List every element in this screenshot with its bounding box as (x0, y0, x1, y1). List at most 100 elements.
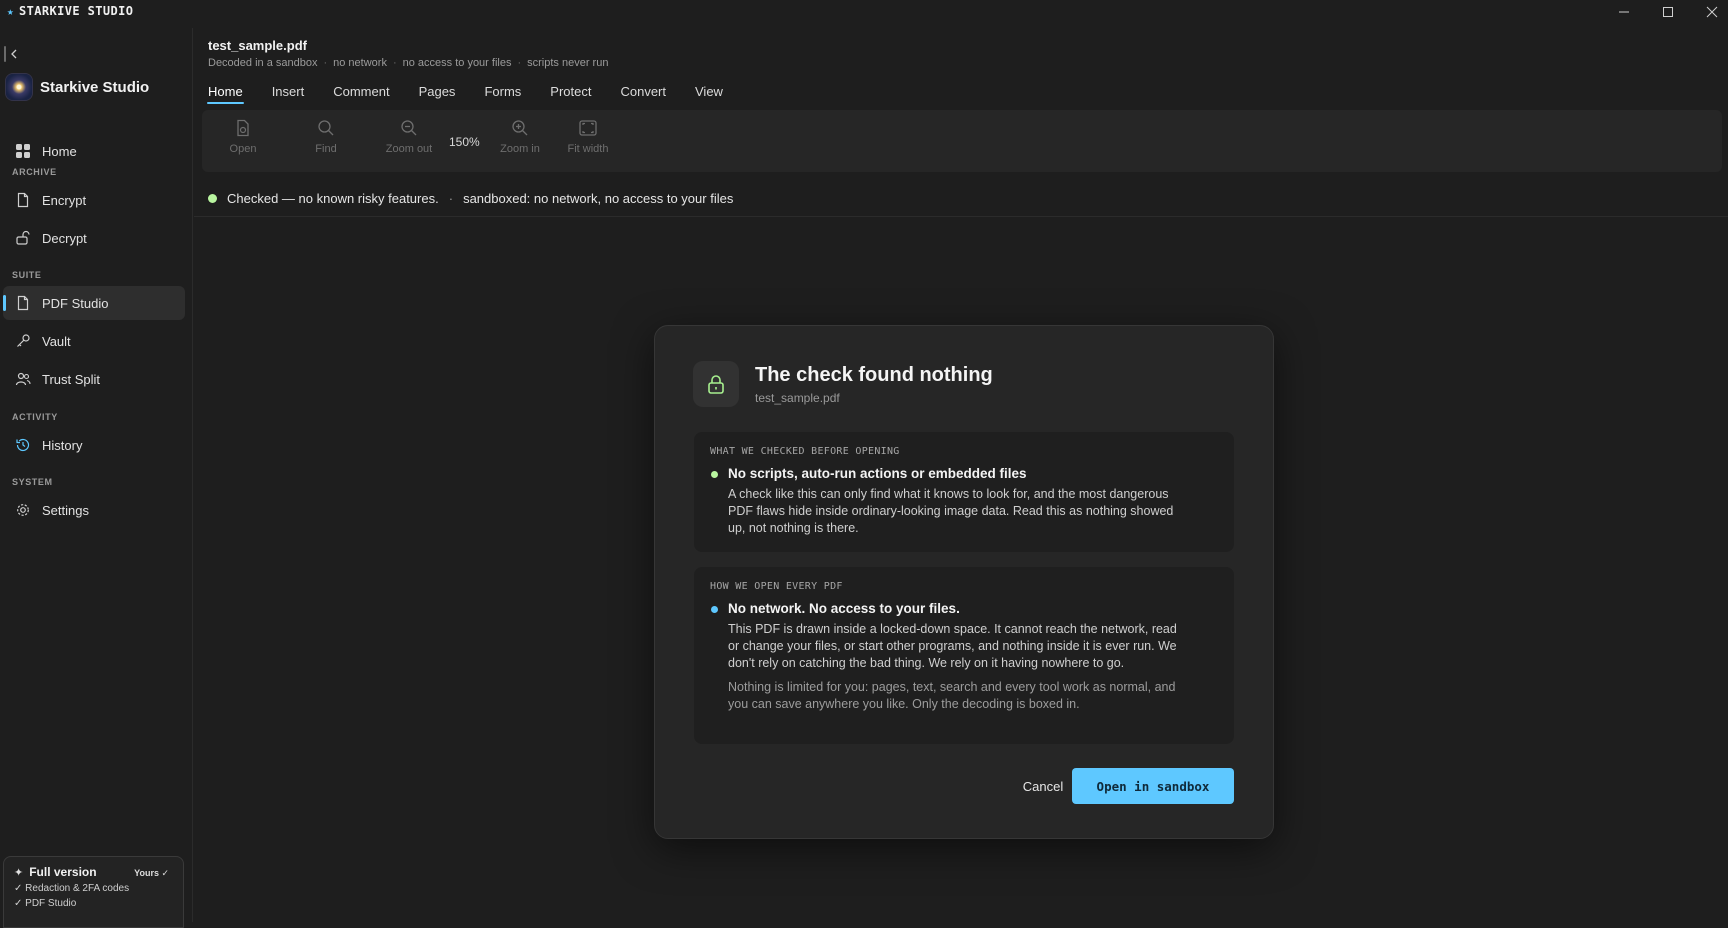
zoom-in-button[interactable]: Zoom in (485, 118, 555, 155)
minimize-button[interactable] (1602, 0, 1646, 24)
tab-view[interactable]: View (695, 84, 723, 104)
window-title: STARKIVE STUDIO (19, 4, 134, 18)
section-system: SYSTEM (12, 477, 53, 487)
tab-convert[interactable]: Convert (620, 84, 666, 104)
maximize-icon (1663, 7, 1673, 17)
sidebar-item-settings[interactable]: Settings (3, 493, 185, 527)
dialog-title: The check found nothing (755, 364, 993, 386)
sidebar-item-vault[interactable]: Vault (3, 324, 185, 358)
sidebar-item-label: History (42, 437, 83, 453)
sandbox-info: No network. No access to your files. Thi… (710, 601, 1218, 713)
fit-width-label: Fit width (567, 143, 609, 155)
ribbon-tabs: Home Insert Comment Pages Forms Protect … (207, 84, 752, 104)
sidebar-item-encrypt[interactable]: Encrypt (3, 183, 185, 217)
toolbar: Open Find Zoom out 150% Zoom in Fit widt… (202, 110, 1722, 172)
cancel-button[interactable]: Cancel (1007, 768, 1079, 804)
sandbox-body: This PDF is drawn inside a locked-down s… (728, 622, 1177, 670)
sidebar: Starkive Studio Home ARCHIVE Encrypt Dec… (0, 28, 193, 928)
lock-badge (693, 361, 739, 407)
search-icon (318, 120, 334, 136)
users-icon (13, 369, 33, 389)
divider (194, 216, 1728, 217)
tab-forms[interactable]: Forms (484, 84, 521, 104)
sandbox-note: Nothing is limited for you: pages, text,… (728, 680, 1176, 711)
sidebar-item-home[interactable]: Home (3, 134, 185, 168)
sidebar-item-history[interactable]: History (3, 428, 185, 462)
minimize-icon (1619, 11, 1629, 13)
tab-home[interactable]: Home (207, 84, 244, 104)
open-button[interactable]: Open (208, 118, 278, 155)
meta-separator: · (392, 57, 397, 69)
window-brand: ★ STARKIVE STUDIO (7, 4, 133, 18)
unlock-icon (13, 228, 33, 248)
tab-comment[interactable]: Comment (333, 84, 389, 104)
license-card[interactable]: ✦ Full version Yours ✓ ✓ Redaction & 2FA … (3, 856, 184, 928)
sidebar-item-decrypt[interactable]: Decrypt (3, 221, 185, 255)
section-archive: ARCHIVE (12, 167, 57, 177)
meta-item: no access to your files (402, 57, 512, 69)
status-checked: Checked — no known risky features. (227, 191, 439, 206)
checks-panel: WHAT WE CHECKED BEFORE OPENING No script… (694, 432, 1234, 552)
maximize-button[interactable] (1646, 0, 1690, 24)
open-file-icon (237, 119, 249, 137)
license-feature: ✓ PDF Studio (14, 898, 77, 909)
title-bar: ★ STARKIVE STUDIO (0, 0, 1728, 24)
tab-insert[interactable]: Insert (272, 84, 305, 104)
zoom-out-icon (401, 120, 417, 136)
open-label: Open (229, 143, 257, 155)
status-bar: Checked — no known risky features. · san… (208, 191, 733, 206)
close-window-button[interactable] (1690, 0, 1728, 24)
sidebar-item-label: Home (42, 143, 77, 159)
app-name: Starkive Studio (40, 78, 150, 96)
open-in-sandbox-button[interactable]: Open in sandbox (1072, 768, 1234, 804)
sidebar-item-pdf-studio[interactable]: PDF Studio (3, 286, 185, 320)
document-title: test_sample.pdf (208, 38, 307, 53)
collapse-sidebar-button[interactable] (4, 44, 24, 64)
sparkle-icon: ✦ (14, 866, 24, 879)
meta-separator: · (517, 57, 522, 69)
find-label: Find (315, 143, 337, 155)
fit-width-icon (579, 120, 597, 136)
checks-result: No scripts, auto-run actions or embedded… (710, 466, 1218, 537)
history-icon (13, 435, 33, 455)
sidebar-item-label: PDF Studio (42, 295, 109, 311)
meta-item: Decoded in a sandbox (208, 57, 318, 69)
sidebar-item-label: Encrypt (42, 192, 87, 208)
sandbox-heading: No network. No access to your files. (728, 601, 960, 616)
grid-icon (13, 141, 33, 161)
find-button[interactable]: Find (291, 118, 361, 155)
zoom-out-button[interactable]: Zoom out (374, 118, 444, 155)
chevron-left-icon (11, 49, 17, 59)
meta-item: scripts never run (527, 57, 609, 69)
zoom-level[interactable]: 150% (449, 135, 480, 149)
checks-panel-label: WHAT WE CHECKED BEFORE OPENING (710, 446, 900, 457)
sidebar-item-label: Settings (42, 502, 89, 518)
file-icon (13, 293, 33, 313)
fit-width-button[interactable]: Fit width (553, 118, 623, 155)
sandbox-panel: HOW WE OPEN EVERY PDF No network. No acc… (694, 567, 1234, 744)
status-separator: · (448, 191, 454, 206)
check-result-dialog: The check found nothing test_sample.pdf … (654, 325, 1274, 839)
file-icon (13, 190, 33, 210)
section-suite: SUITE (12, 270, 42, 280)
status-ok-dot (208, 194, 217, 203)
key-icon (13, 331, 33, 351)
section-activity: ACTIVITY (12, 412, 58, 422)
tab-pages[interactable]: Pages (419, 84, 456, 104)
status-sandbox: sandboxed: no network, no access to your… (463, 191, 734, 206)
app-logo (6, 74, 32, 100)
zoom-out-label: Zoom out (385, 143, 433, 155)
tab-protect[interactable]: Protect (550, 84, 591, 104)
license-badge: Yours ✓ (134, 868, 169, 878)
checks-body: A check like this can only find what it … (728, 487, 1174, 535)
sidebar-item-label: Vault (42, 333, 71, 349)
info-dot (711, 606, 718, 613)
sidebar-item-trust-split[interactable]: Trust Split (3, 362, 185, 396)
zoom-in-icon (512, 120, 528, 136)
license-title-text: Full version (29, 865, 97, 879)
sandbox-panel-label: HOW WE OPEN EVERY PDF (710, 581, 843, 592)
meta-separator: · (323, 57, 328, 69)
checks-heading: No scripts, auto-run actions or embedded… (728, 466, 1027, 481)
star-icon: ★ (7, 5, 15, 18)
app-header: Starkive Studio (6, 74, 149, 100)
